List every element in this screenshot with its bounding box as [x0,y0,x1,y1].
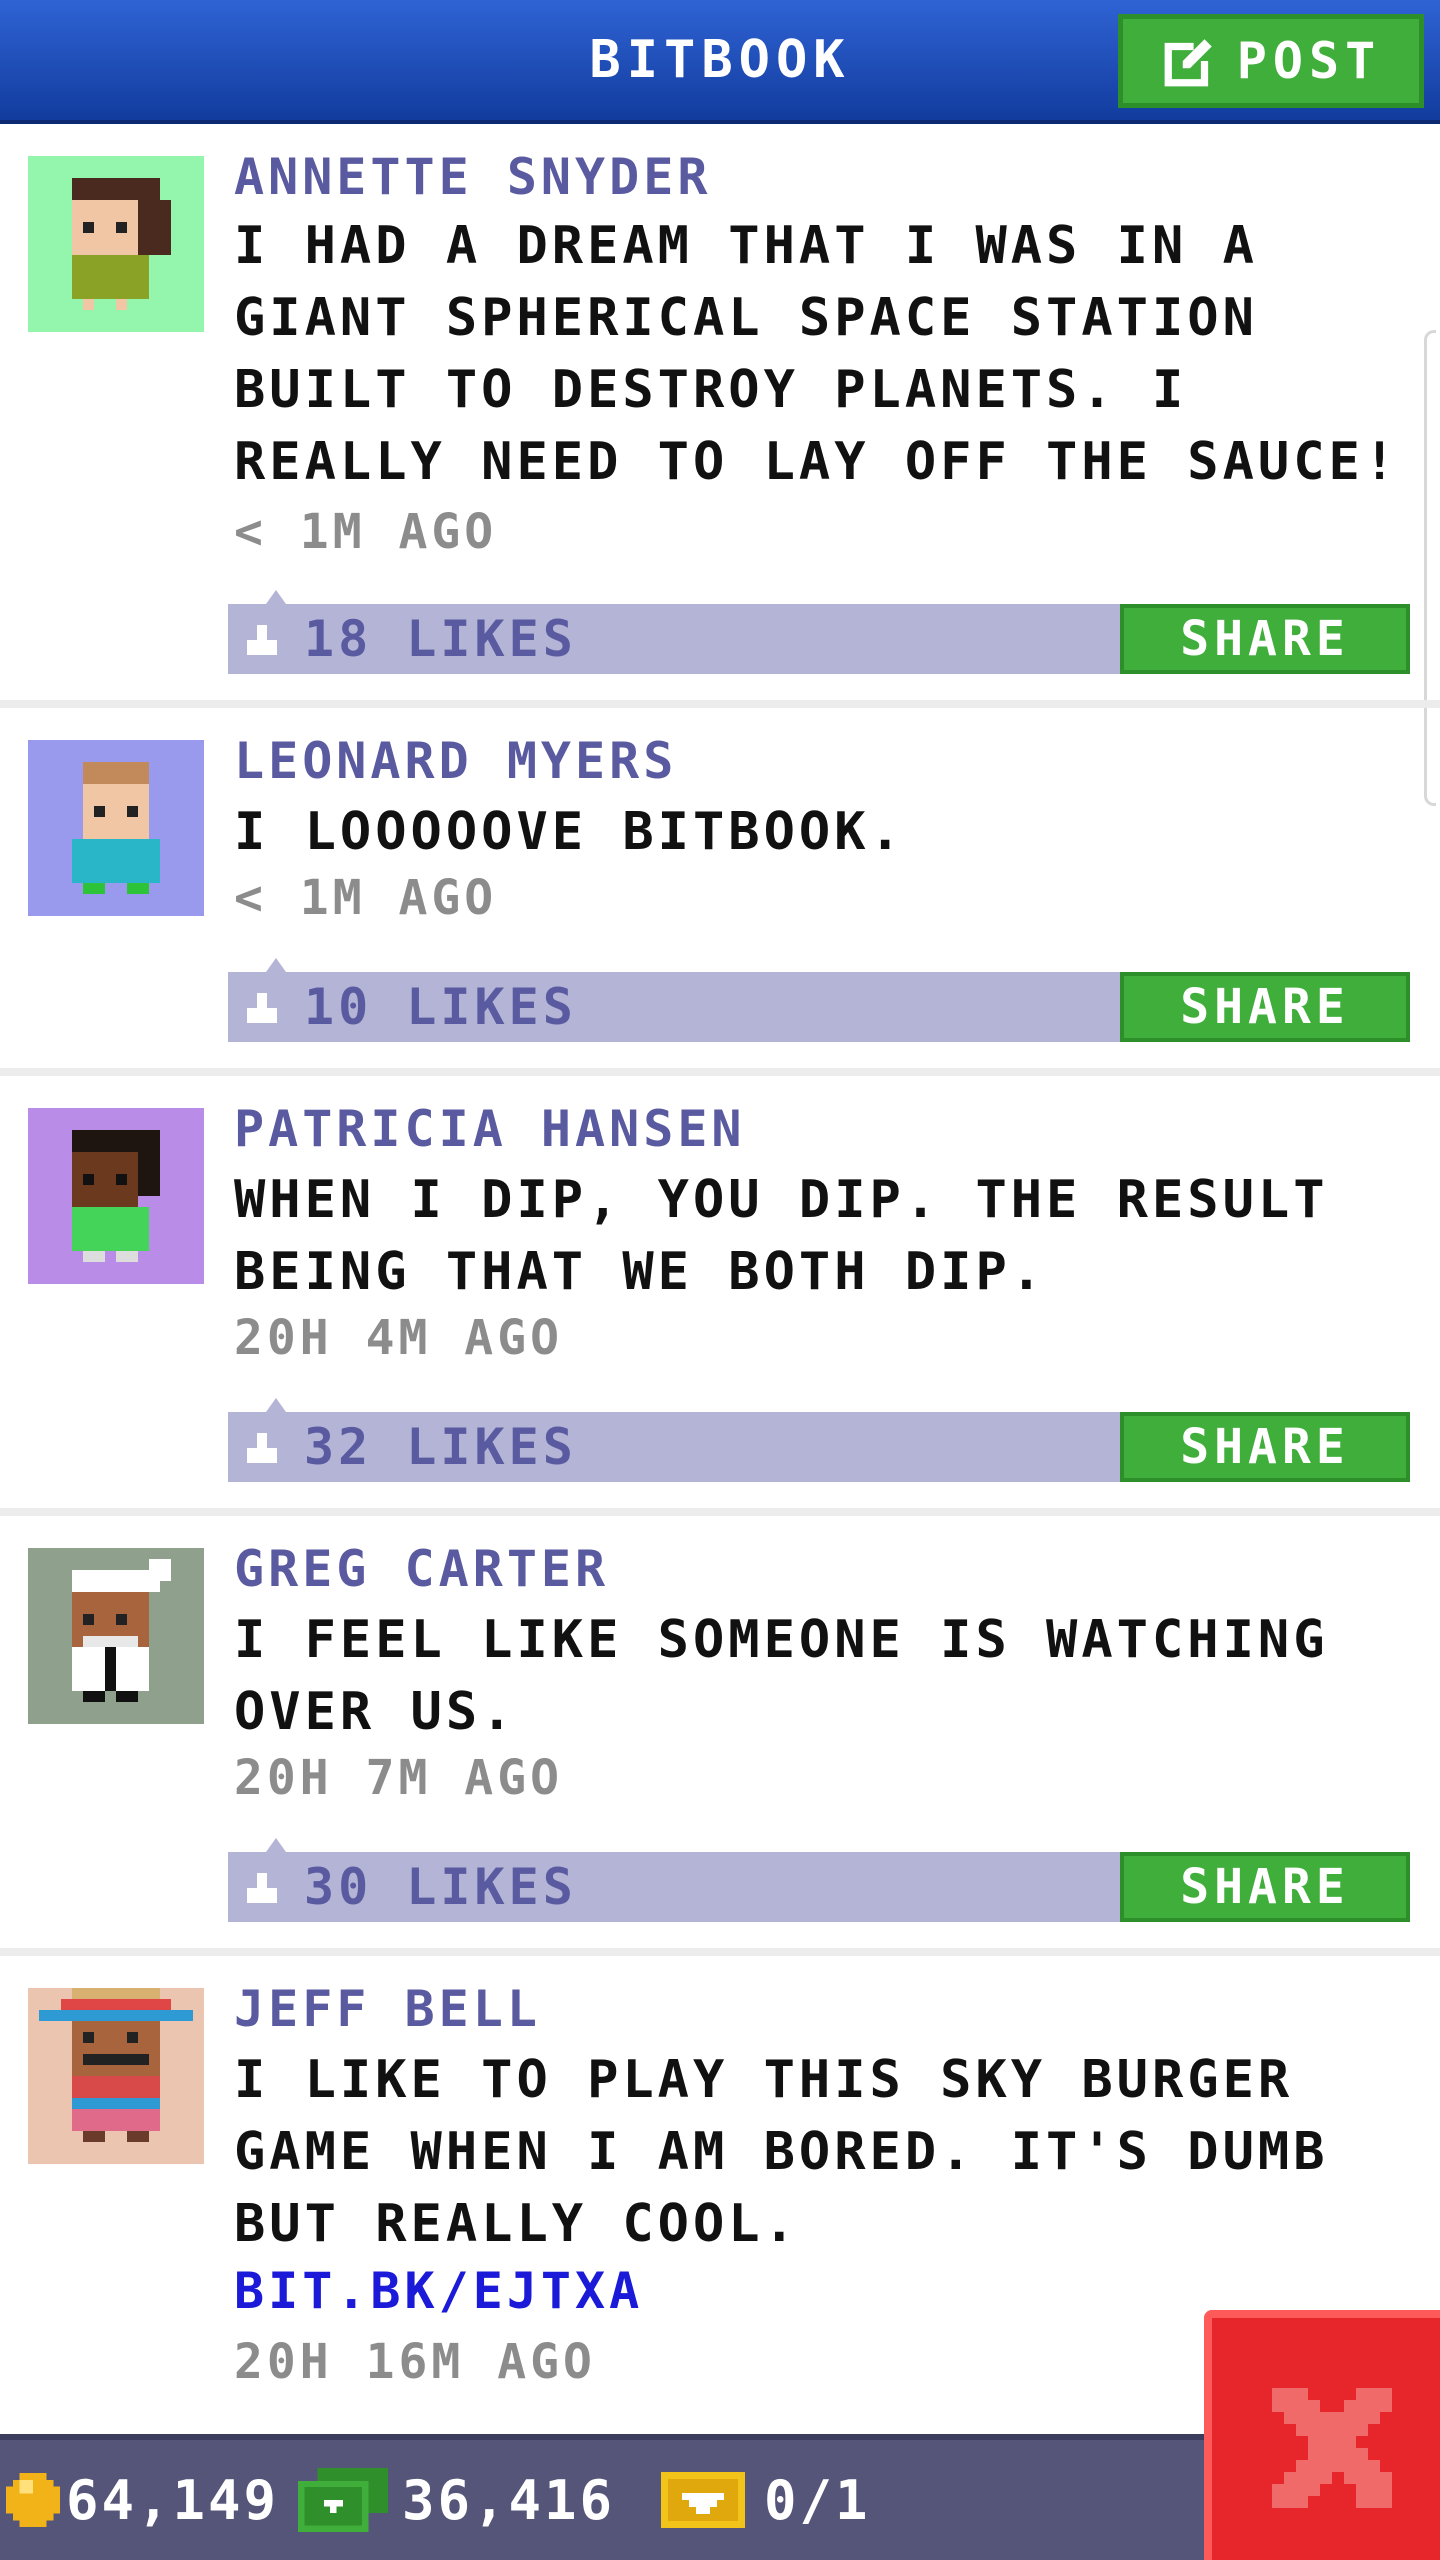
bux-stat: 36,416 [298,2440,615,2560]
header-bar: BITBOOK POST [0,0,1440,124]
avatar[interactable] [28,1108,204,1284]
like-count: 10 LIKES [304,978,577,1036]
avatar[interactable] [28,156,204,332]
post-button-label: POST [1236,32,1382,90]
avatar[interactable] [28,1548,204,1724]
bux-value: 36,416 [402,2468,616,2532]
post-text: I LOOOOOVE BITBOOK. [234,802,905,862]
close-button[interactable] [1204,2310,1440,2560]
share-button[interactable]: SHARE [1120,1852,1410,1922]
post-timestamp: 20H 4M AGO [234,1310,563,1366]
share-button[interactable]: SHARE [1120,1412,1410,1482]
coins-stat: 64,149 [6,2440,279,2560]
ticket-icon [661,2472,745,2528]
post-author[interactable]: GREG CARTER [234,1540,609,1598]
avatar[interactable] [28,1988,204,2164]
tickets-stat: 0/1 [660,2440,871,2560]
post-timestamp: 20H 16M AGO [234,2334,596,2390]
scroll-indicator[interactable] [1424,330,1436,806]
thumbs-up-icon[interactable] [242,1428,282,1468]
like-count: 32 LIKES [304,1418,577,1476]
post-author[interactable]: LEONARD MYERS [234,732,677,790]
post-text: I LIKE TO PLAY THIS SKY BURGER GAME WHEN… [234,2050,1329,2254]
post-text: WHEN I DIP, YOU DIP. THE RESULT BEING TH… [234,1170,1329,1302]
share-button[interactable]: SHARE [1120,972,1410,1042]
post-divider [0,1508,1440,1516]
post-timestamp: < 1M AGO [234,504,498,560]
like-bar: 32 LIKES SHARE [228,1398,1410,1482]
like-bar: 10 LIKES SHARE [228,958,1410,1042]
post-text: I HAD A DREAM THAT I WAS IN A GIANT SPHE… [234,216,1400,492]
compose-icon [1164,39,1212,87]
avatar[interactable] [28,740,204,916]
post-timestamp: < 1M AGO [234,870,498,926]
bux-icon [298,2468,388,2532]
share-button[interactable]: SHARE [1120,604,1410,674]
post-timestamp: 20H 7M AGO [234,1750,563,1806]
like-bar: 30 LIKES SHARE [228,1838,1410,1922]
close-icon [1272,2388,1392,2508]
post-divider [0,1948,1440,1956]
tickets-value: 0/1 [764,2468,871,2532]
like-count: 30 LIKES [304,1858,577,1916]
post-author[interactable]: JEFF BELL [234,1980,541,2038]
post-author[interactable]: PATRICIA HANSEN [234,1100,746,1158]
coins-value: 64,149 [66,2468,280,2532]
post-divider [0,700,1440,708]
post-text: I FEEL LIKE SOMEONE IS WATCHING OVER US. [234,1610,1329,1742]
thumbs-up-icon[interactable] [242,620,282,660]
coin-icon [6,2473,60,2527]
post-link[interactable]: BIT.BK/EJTXA [234,2262,643,2320]
like-count: 18 LIKES [304,610,577,668]
post-button[interactable]: POST [1118,14,1424,108]
thumbs-up-icon[interactable] [242,1868,282,1908]
post-divider [0,1068,1440,1076]
post-author[interactable]: ANNETTE SNYDER [234,148,711,206]
like-bar: 18 LIKES SHARE [228,590,1410,674]
thumbs-up-icon[interactable] [242,988,282,1028]
